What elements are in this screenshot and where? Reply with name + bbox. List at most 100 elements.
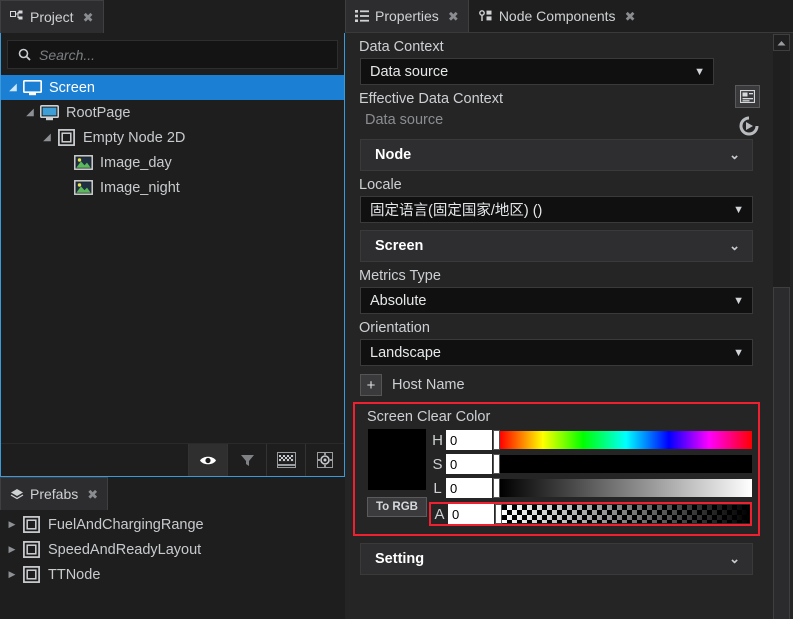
channel-input-l[interactable]: 0 — [446, 478, 492, 498]
channel-slider-l[interactable] — [493, 478, 752, 498]
channel-label-l: L — [433, 479, 442, 497]
channel-slider-handle-l[interactable] — [493, 478, 500, 498]
image-icon — [72, 180, 94, 195]
expand-twisty-icon[interactable]: ◢ — [5, 82, 21, 93]
channel-input-h[interactable]: 0 — [446, 430, 492, 450]
tree-row[interactable]: Image_day — [1, 150, 344, 175]
channel-slider-handle-s[interactable] — [493, 454, 500, 474]
monitor-icon — [22, 79, 42, 96]
channel-input-s[interactable]: 0 — [446, 454, 492, 474]
tree-row-label: RootPage — [66, 104, 131, 121]
expand-twisty-icon[interactable]: ▶ — [4, 544, 20, 555]
nodes-icon — [478, 9, 493, 23]
screen-clear-color-group: Screen Clear Color To RGB H0S0L0A0 — [353, 402, 760, 536]
effective-data-context-label: Effective Data Context — [359, 91, 504, 107]
square-node-icon — [22, 516, 40, 533]
locale-label: Locale — [359, 177, 402, 193]
properties-tabstrip: Properties ✖ Node Components ✖ — [345, 0, 793, 33]
list-icon — [355, 10, 369, 22]
tree-row-label: Image_day — [100, 154, 172, 171]
close-icon[interactable]: ✖ — [447, 10, 460, 23]
data-context-select[interactable]: Data source ▼ — [360, 58, 714, 85]
section-screen[interactable]: Screen ⌄ — [360, 230, 753, 262]
square-node-icon — [20, 516, 42, 533]
focus-target-icon[interactable] — [305, 444, 344, 476]
project-tree[interactable]: ◢ Screen ◢ RootPage ◢ Empty Node 2D Image_day I… — [1, 75, 344, 443]
expand-twisty-icon[interactable]: ▶ — [4, 519, 20, 530]
metrics-type-label: Metrics Type — [359, 268, 441, 284]
tree-row[interactable]: ◢ Screen — [1, 75, 344, 100]
tree-row[interactable]: ▶ SpeedAndReadyLayout — [0, 537, 345, 562]
tab-prefabs[interactable]: Prefabs ✖ — [0, 477, 109, 510]
reset-arrow-icon[interactable] — [736, 113, 762, 139]
square-node-icon — [22, 566, 40, 583]
tree-row[interactable]: Image_night — [1, 175, 344, 200]
close-icon[interactable]: ✖ — [86, 488, 99, 501]
prefabs-panel: Prefabs ✖ ▶ FuelAndChargingRange ▶ SpeedAnd… — [0, 477, 345, 619]
tree-row-label: SpeedAndReadyLayout — [48, 541, 202, 558]
scroll-up-button[interactable] — [773, 34, 790, 51]
color-channel-h-row: H0 — [429, 429, 752, 451]
channel-slider-handle-a[interactable] — [495, 504, 502, 524]
close-icon[interactable]: ✖ — [82, 11, 95, 24]
image-icon — [73, 155, 93, 170]
channel-input-a[interactable]: 0 — [448, 504, 494, 524]
locale-value: 固定语言(固定国家/地区) () — [370, 203, 543, 219]
square-node-icon — [57, 129, 75, 146]
prefabs-list[interactable]: ▶ FuelAndChargingRange ▶ SpeedAndReadyLayou… — [0, 510, 345, 587]
page-monitor-icon — [39, 104, 59, 121]
channel-slider-s[interactable] — [493, 454, 752, 474]
project-toolbar — [1, 443, 344, 476]
chevron-down-icon: ▼ — [733, 346, 744, 359]
properties-scrollbar[interactable] — [773, 34, 790, 619]
filter-funnel-icon[interactable] — [227, 444, 266, 476]
channel-label-a: A — [434, 505, 445, 523]
tree-row-label: TTNode — [48, 566, 101, 583]
tree-row[interactable]: ▶ FuelAndChargingRange — [0, 512, 345, 537]
data-context-value: Data source — [370, 63, 449, 80]
section-setting[interactable]: Setting ⌄ — [360, 543, 753, 575]
properties-body: Data Context Data source ▼ Effective Dat… — [345, 33, 793, 619]
expand-twisty-icon[interactable]: ◢ — [22, 107, 38, 118]
channel-label-h: H — [432, 431, 443, 449]
add-host-name-button[interactable]: + — [360, 374, 382, 396]
tab-properties-label: Properties — [375, 8, 439, 24]
orientation-select[interactable]: Landscape ▼ — [360, 339, 753, 366]
visibility-eye-icon[interactable] — [188, 444, 227, 476]
host-name-row: + Host Name — [360, 374, 770, 396]
search-icon — [18, 48, 31, 61]
metrics-type-value: Absolute — [370, 292, 427, 309]
square-node-icon — [22, 541, 40, 558]
channel-slider-h[interactable] — [493, 430, 752, 450]
close-icon[interactable]: ✖ — [624, 10, 637, 23]
to-rgb-button[interactable]: To RGB — [367, 497, 427, 517]
layers-icon — [10, 488, 24, 501]
prefabs-tabstrip: Prefabs ✖ — [0, 477, 345, 510]
project-tabstrip: Project ✖ — [0, 0, 345, 33]
hierarchy-icon — [10, 10, 24, 24]
metrics-type-select[interactable]: Absolute ▼ — [360, 287, 753, 314]
tab-properties[interactable]: Properties ✖ — [345, 0, 469, 32]
data-source-icon[interactable] — [735, 85, 760, 108]
image-icon — [72, 155, 94, 170]
locale-select[interactable]: 固定语言(固定国家/地区) () ▼ — [360, 196, 753, 223]
tree-row[interactable]: ▶ TTNode — [0, 562, 345, 587]
square-node-icon — [20, 541, 42, 558]
checkerboard-icon[interactable] — [266, 444, 305, 476]
expand-twisty-icon[interactable]: ▶ — [4, 569, 20, 580]
tree-row-label: Image_night — [100, 179, 180, 196]
search-input[interactable]: Search... — [7, 40, 338, 69]
expand-twisty-icon[interactable]: ◢ — [39, 132, 55, 143]
channel-slider-handle-h[interactable] — [493, 430, 500, 450]
tab-project[interactable]: Project ✖ — [0, 0, 104, 33]
channel-slider-a[interactable] — [495, 504, 750, 524]
scrollbar-thumb[interactable] — [773, 287, 790, 619]
square-node-icon — [55, 129, 77, 146]
color-channel-a-row: A0 — [429, 502, 752, 526]
tab-node-components[interactable]: Node Components ✖ — [468, 0, 646, 32]
tree-row[interactable]: ◢ Empty Node 2D — [1, 125, 344, 150]
section-node[interactable]: Node ⌄ — [360, 139, 753, 171]
tree-row[interactable]: ◢ RootPage — [1, 100, 344, 125]
data-context-label: Data Context — [359, 39, 444, 55]
color-swatch-preview[interactable] — [368, 429, 426, 490]
